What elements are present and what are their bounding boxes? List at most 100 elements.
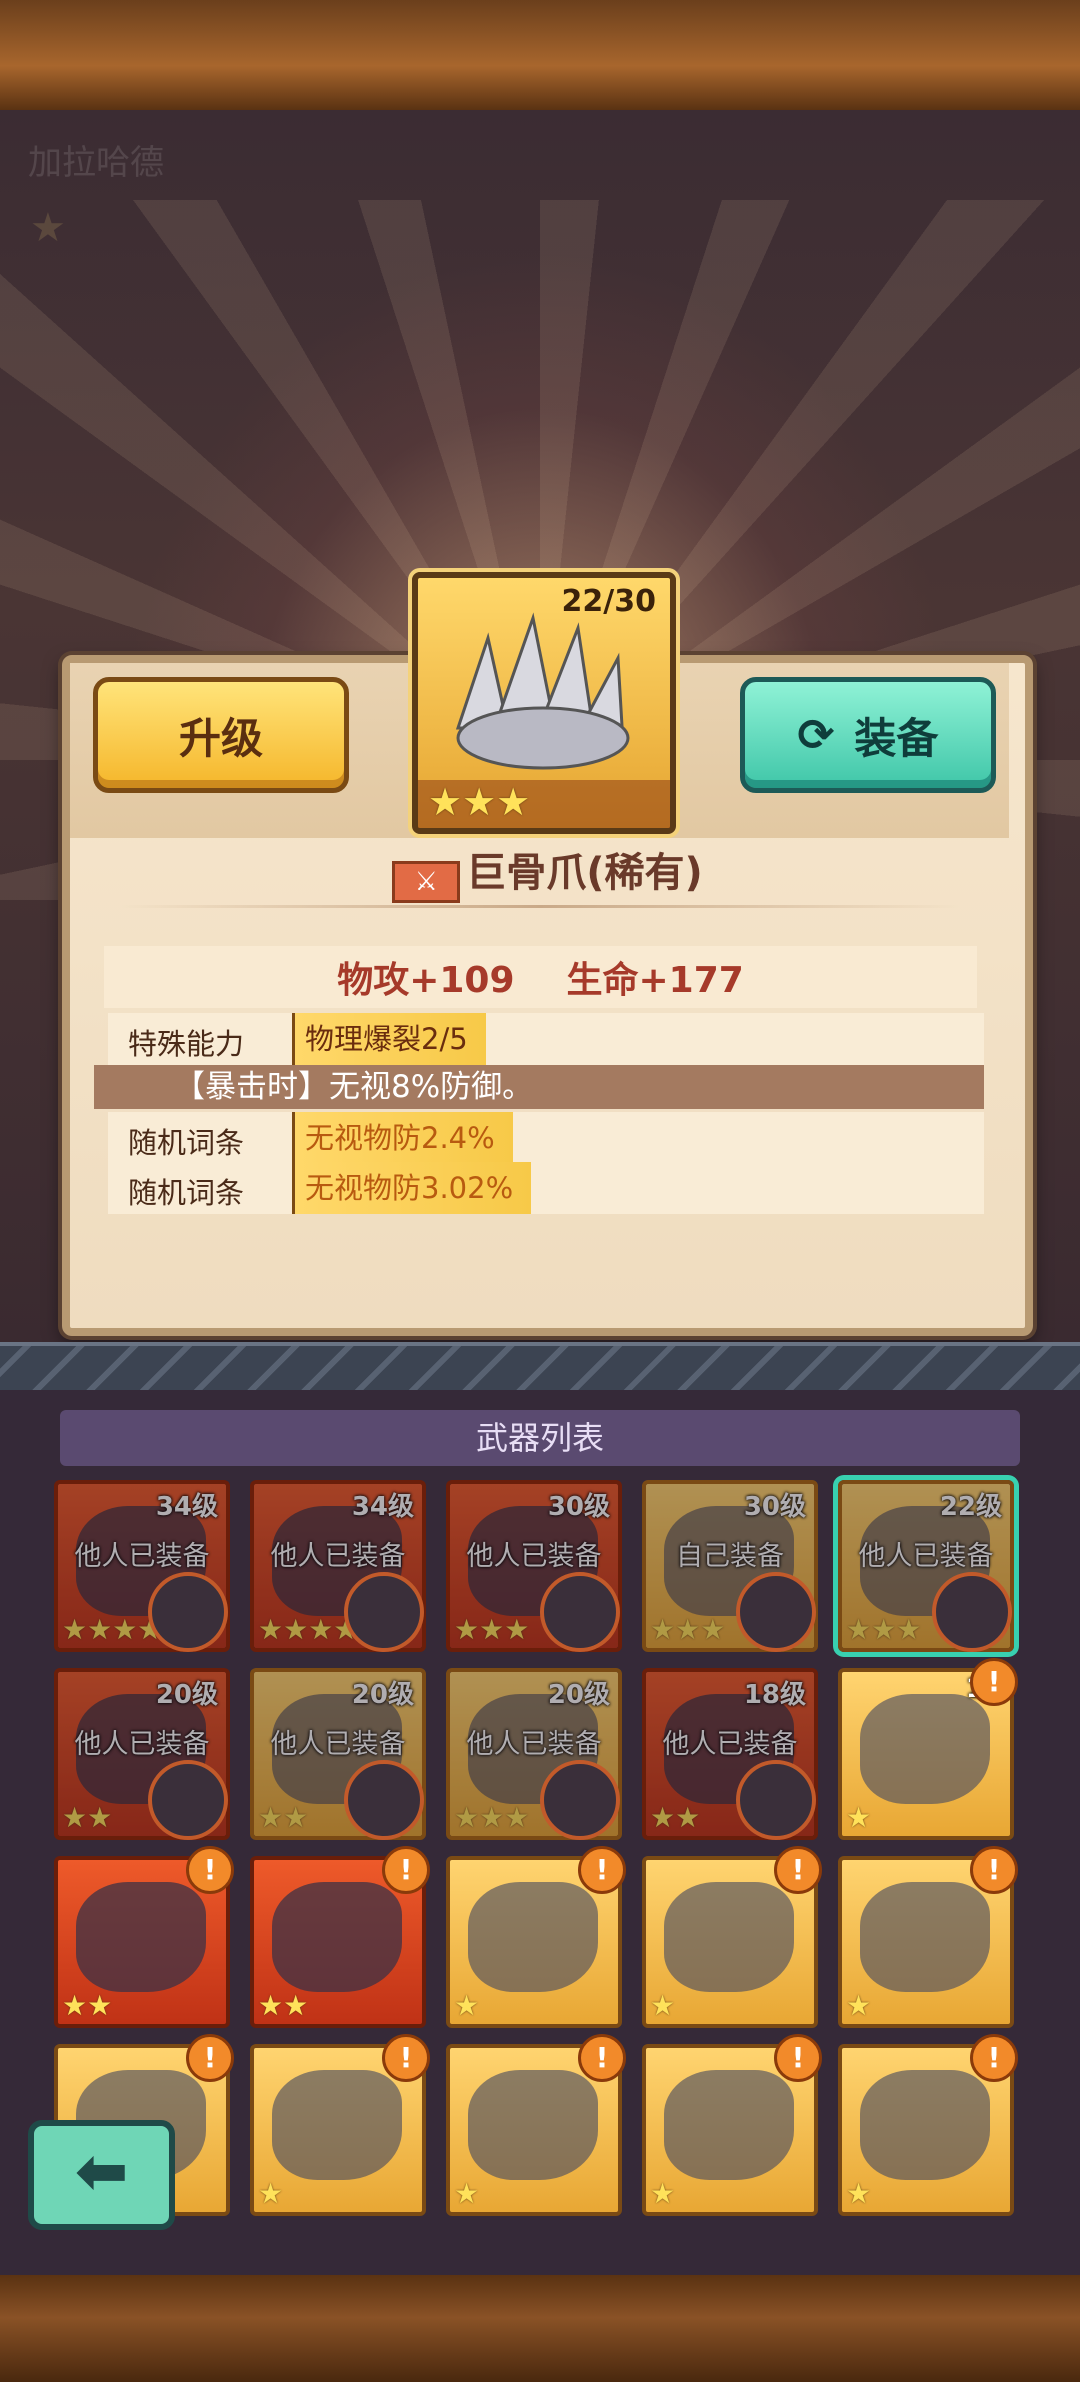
attack-stat: 物攻+109	[337, 960, 515, 1001]
weapon-stars: ★	[846, 1989, 872, 2022]
weapon-stars: ★	[846, 1801, 872, 1834]
weapon-slot[interactable]: 1!★★	[54, 1846, 234, 2028]
weapon-slot[interactable]: 30级他人已装备 ★★★	[446, 1480, 622, 1652]
hero-avatar	[148, 1572, 228, 1652]
alert-icon: !	[774, 1846, 822, 1894]
random-affix-label: 随机词条	[128, 1176, 245, 1210]
weapon-slot[interactable]: 20级他人已装备 ★★	[250, 1668, 426, 1840]
upgrade-button[interactable]: 升级	[93, 677, 349, 793]
special-ability-desc: 【暴击时】无视8%防御。	[94, 1065, 984, 1109]
weapon-stars: ★★	[650, 1801, 701, 1834]
weapon-slot[interactable]: 34级他人已装备 ★★★★	[250, 1480, 426, 1652]
equip-status: 他人已装备	[466, 1541, 602, 1572]
equip-status: 他人已装备	[74, 1541, 210, 1572]
back-button[interactable]: ⬅	[28, 2120, 175, 2230]
random-affix-value: 无视物防3.02%	[292, 1162, 532, 1214]
weapon-name-line: ⚔ 巨骨爪(稀有)	[62, 840, 1033, 903]
weapon-slot[interactable]: 1!★	[838, 2034, 1018, 2216]
special-ability-row: 特殊能力 物理爆裂2/5	[108, 1013, 984, 1065]
weapon-name: 巨骨爪(稀有)	[466, 850, 703, 896]
weapon-stars: ★★★	[454, 1801, 530, 1834]
alert-icon: !	[970, 1846, 1018, 1894]
weapon-stars: ★★	[62, 1801, 113, 1834]
weapon-slot[interactable]: 1!★	[250, 2034, 430, 2216]
hero-avatar	[540, 1572, 620, 1652]
weapon-slot[interactable]: 10!★	[838, 1658, 1018, 1840]
hero-avatar	[148, 1760, 228, 1840]
alert-icon: !	[970, 2034, 1018, 2082]
alert-icon: !	[774, 2034, 822, 2082]
weapon-slot[interactable]: 20级他人已装备 ★★★	[446, 1668, 622, 1840]
weapon-stars: ★	[846, 2177, 872, 2210]
weapon-stars: ★	[650, 1989, 676, 2022]
rarity-stars: ★★★	[428, 780, 531, 824]
equip-status: 他人已装备	[270, 1541, 406, 1572]
weapon-icon	[468, 1882, 598, 1992]
hero-avatar	[344, 1572, 424, 1652]
hero-avatar	[540, 1760, 620, 1840]
weapon-level: 20级	[547, 1680, 610, 1710]
equip-button-label: 装备	[854, 713, 939, 763]
weapon-level: 22级	[939, 1492, 1002, 1522]
weapon-slot[interactable]: 1!★	[642, 1846, 822, 2028]
weapon-slot[interactable]: 1!★★	[250, 1846, 430, 2028]
weapon-slot[interactable]: 30级 自己装备 ★★★	[642, 1480, 818, 1652]
weapon-stars: ★	[650, 2177, 676, 2210]
weapon-stars: ★★	[258, 1989, 309, 2022]
weapon-level: 30级	[743, 1492, 806, 1522]
weapon-stars: ★★★	[846, 1613, 922, 1646]
hero-avatar	[932, 1572, 1012, 1652]
weapon-slot[interactable]: 1!★	[642, 2034, 822, 2216]
top-frame	[0, 0, 1080, 110]
hero-avatar	[736, 1760, 816, 1840]
weapon-grid[interactable]: 34级 他人已装备 ★★★★ 34级 他人已装备 ★★★★ 30级 他人已装备 ★★★ 30级 自己…	[54, 1474, 1030, 2269]
weapon-slot[interactable]: 1!★	[446, 2034, 626, 2216]
alert-icon: !	[970, 1658, 1018, 1706]
weapon-stars: ★★★	[650, 1613, 726, 1646]
sword-tag-icon: ⚔	[392, 861, 461, 903]
weapon-stars: ★	[258, 2177, 284, 2210]
weapon-stars: ★	[454, 1989, 480, 2022]
weapon-level: 20级	[351, 1680, 414, 1710]
alert-icon: !	[578, 2034, 626, 2082]
weapon-level: 34级	[351, 1492, 414, 1522]
weapon-count: 22/30	[561, 584, 656, 619]
weapon-icon	[664, 2070, 794, 2180]
weapon-icon	[272, 1882, 402, 1992]
hp-stat: 生命+177	[566, 960, 744, 1001]
weapon-level: 30级	[547, 1492, 610, 1522]
equip-status: 他人已装备	[858, 1541, 994, 1572]
weapon-stars: ★★★	[454, 1613, 530, 1646]
weapon-slot[interactable]: 1!★	[838, 1846, 1018, 2028]
weapon-stars: ★★	[258, 1801, 309, 1834]
special-ability-value: 物理爆裂2/5	[292, 1013, 486, 1065]
back-arrow-icon: ⬅	[74, 2135, 129, 2209]
weapon-list-title: 武器列表	[60, 1410, 1020, 1466]
weapon-level: 18级	[743, 1680, 806, 1710]
weapon-icon	[272, 2070, 402, 2180]
weapon-slot[interactable]: 18级 他人已装备 ★★	[642, 1668, 818, 1840]
divider	[120, 905, 960, 908]
bottom-frame	[0, 2275, 1080, 2382]
weapon-level: 20级	[155, 1680, 218, 1710]
equip-status: 他人已装备	[466, 1729, 602, 1760]
selected-weapon-card: 22/30 ★★★	[412, 572, 676, 834]
weapon-slot[interactable]: 1!★	[446, 1846, 626, 2028]
weapon-slot[interactable]: 34级 他人已装备 ★★★★	[54, 1480, 230, 1652]
equip-status: 他人已装备	[270, 1729, 406, 1760]
hero-avatar	[344, 1760, 424, 1840]
equip-button[interactable]: ⟳ 装备	[740, 677, 996, 793]
random-affix-value: 无视物防2.4%	[292, 1112, 513, 1164]
weapon-slot[interactable]: 20级他人已装备 ★★	[54, 1668, 230, 1840]
weapon-icon	[860, 1694, 990, 1804]
weapon-stars: ★★★★	[62, 1613, 163, 1646]
weapon-slot[interactable]: 22级他人已装备 ★★★	[838, 1480, 1014, 1652]
equip-status: 他人已装备	[74, 1729, 210, 1760]
upgrade-button-label: 升级	[178, 713, 263, 763]
weapon-icon	[860, 2070, 990, 2180]
weapon-stars: ★	[454, 2177, 480, 2210]
special-ability-label: 特殊能力	[128, 1027, 245, 1061]
alert-icon: !	[186, 2034, 234, 2082]
weapon-stars: ★★★★	[258, 1613, 359, 1646]
weapon-icon	[468, 2070, 598, 2180]
